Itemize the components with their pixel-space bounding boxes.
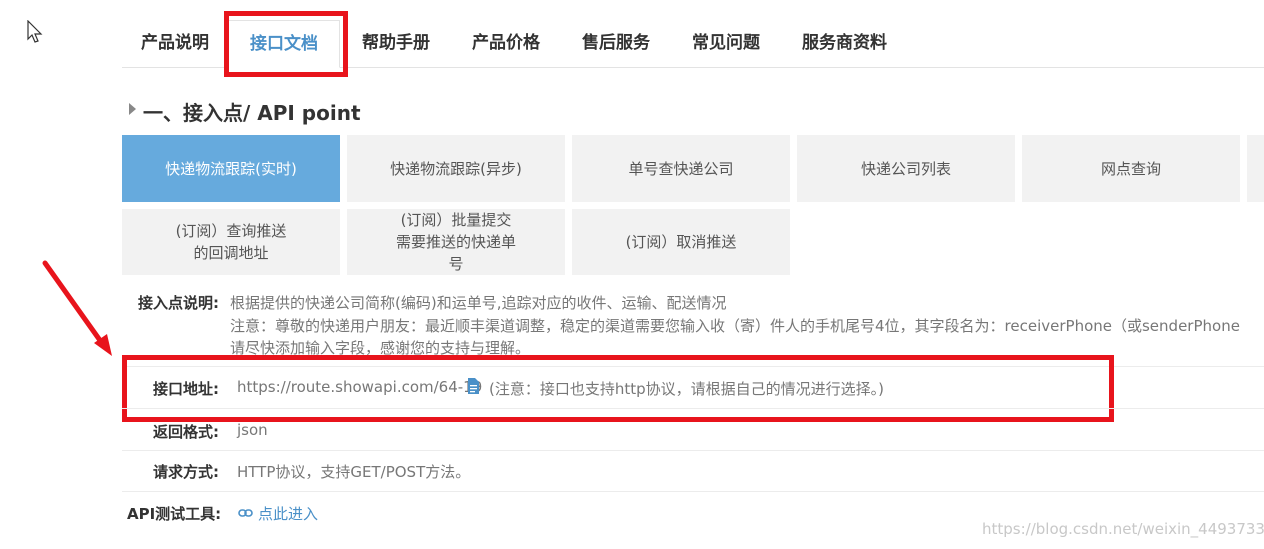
url-value: https://route.showapi.com/64-19 — [237, 378, 483, 396]
tab-pricing[interactable]: 产品价格 — [472, 20, 540, 66]
api-button-partial[interactable] — [1247, 135, 1264, 202]
button-line: (订阅）取消推送 — [625, 233, 737, 251]
row-divider — [122, 366, 1264, 367]
desc-line-2: 注意：尊敬的快递用户朋友：最近顺丰渠道调整，稳定的渠道需要您输入收（寄）件人的手… — [230, 317, 1240, 335]
api-button-subscribe-cancel[interactable]: (订阅）取消推送 — [572, 209, 790, 275]
tab-product-description[interactable]: 产品说明 — [141, 20, 209, 66]
row-divider — [122, 408, 1264, 409]
document-icon[interactable] — [467, 378, 480, 394]
mouse-cursor-icon — [27, 20, 43, 43]
product-tabs: 产品说明 接口文档 帮助手册 产品价格 售后服务 常见问题 服务商资料 — [122, 20, 1264, 68]
caret-right-icon — [129, 103, 136, 115]
button-line: (订阅）查询推送 — [175, 222, 287, 240]
url-label: 接口地址: — [153, 380, 219, 398]
row-divider — [122, 450, 1264, 451]
tab-after-sales[interactable]: 售后服务 — [582, 20, 650, 66]
tab-provider-info[interactable]: 服务商资料 — [802, 20, 887, 66]
test-tool-link[interactable]: 点此进入 — [258, 503, 318, 524]
desc-line-1: 根据提供的快递公司简称(编码)和运单号,追踪对应的收件、运输、配送情况 — [230, 294, 727, 312]
watermark: https://blog.csdn.net/weixin_44937336 — [982, 520, 1264, 538]
button-line: 的回调地址 — [193, 244, 269, 262]
button-line: (订阅）批量提交 — [400, 211, 512, 229]
section-title: 一、接入点/ API point — [143, 101, 361, 125]
api-button-lookup-courier[interactable]: 单号查快递公司 — [572, 135, 790, 202]
button-line: 需要推送的快递单 — [395, 233, 516, 251]
method-label: 请求方式: — [153, 463, 219, 481]
method-value: HTTP协议，支持GET/POST方法。 — [237, 463, 471, 481]
api-button-tracking-realtime[interactable]: 快递物流跟踪(实时) — [122, 135, 340, 202]
row-divider — [122, 491, 1264, 492]
api-button-courier-list[interactable]: 快递公司列表 — [797, 135, 1015, 202]
format-value: json — [237, 421, 268, 439]
desc-label: 接入点说明: — [138, 294, 219, 312]
url-note: (注意：接口也支持http协议，请根据自己的情况进行选择。) — [489, 380, 884, 398]
api-button-subscribe-batch[interactable]: (订阅）批量提交 需要推送的快递单 号 — [347, 209, 565, 275]
link-icon[interactable] — [238, 507, 253, 519]
format-label: 返回格式: — [153, 423, 219, 441]
tab-faq[interactable]: 常见问题 — [692, 20, 760, 66]
button-line: 号 — [448, 255, 464, 273]
desc-line-3: 请尽快添加输入字段，感谢您的支持与理解。 — [230, 339, 531, 357]
tab-api-docs[interactable]: 接口文档 — [228, 20, 340, 68]
tab-help-manual[interactable]: 帮助手册 — [362, 20, 430, 66]
api-button-outlet-query[interactable]: 网点查询 — [1022, 135, 1240, 202]
api-button-subscribe-callback[interactable]: (订阅）查询推送 的回调地址 — [122, 209, 340, 275]
tool-label: API测试工具: — [127, 505, 222, 523]
api-button-tracking-async[interactable]: 快递物流跟踪(异步) — [347, 135, 565, 202]
